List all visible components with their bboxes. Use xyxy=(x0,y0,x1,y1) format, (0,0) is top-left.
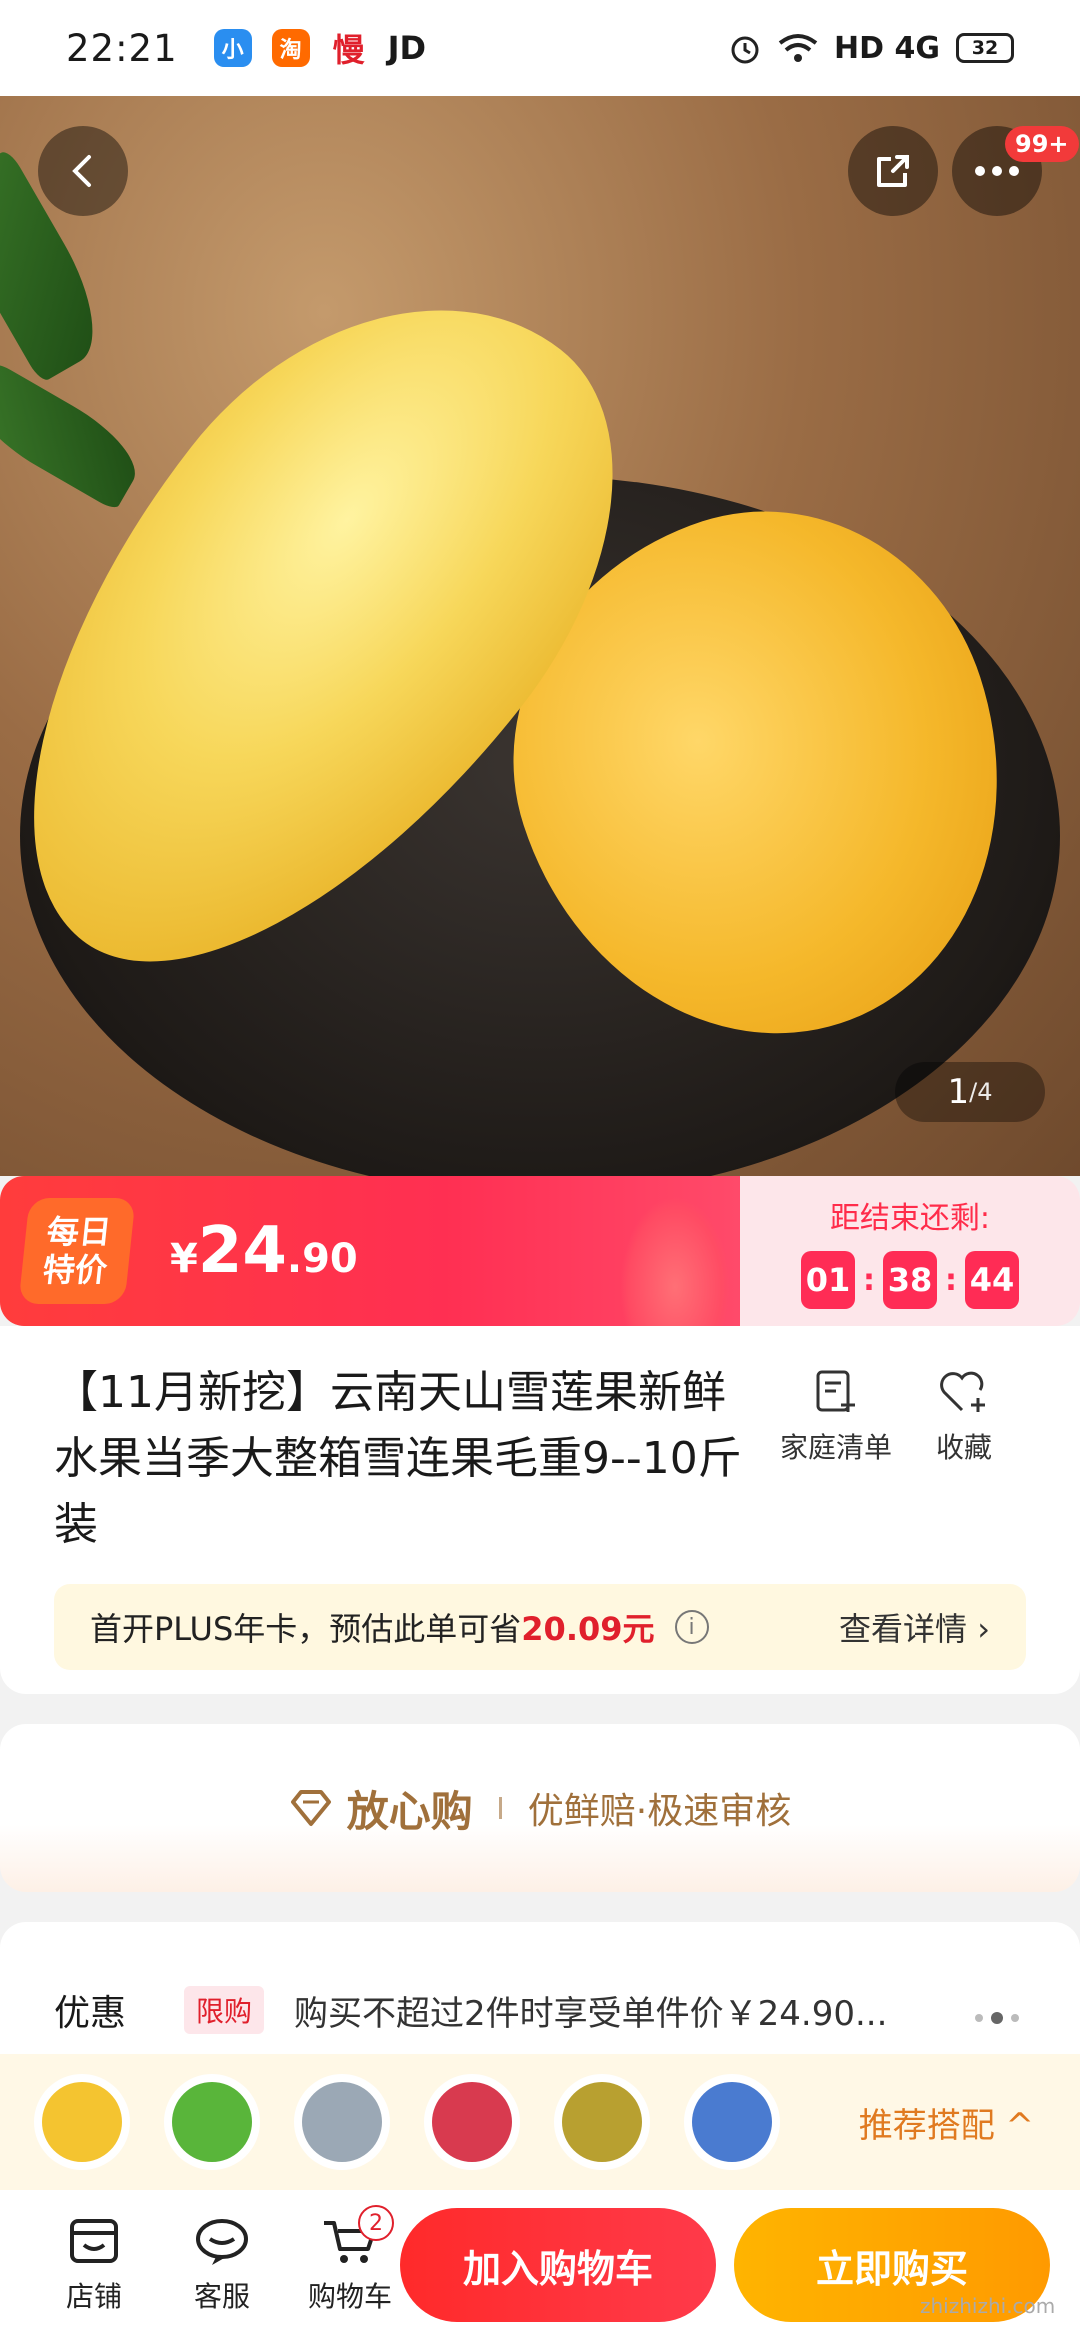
assurance-divider xyxy=(498,1797,502,1819)
tab-cart[interactable]: 购物车 2 xyxy=(286,2205,414,2315)
network-label: HD 4G xyxy=(834,30,940,66)
add-list-icon xyxy=(816,1370,855,1412)
tab-cart-label: 购物车 xyxy=(307,2280,392,2313)
family-list-button[interactable]: 家庭清单 xyxy=(780,1368,892,1466)
recommend-thumb[interactable] xyxy=(164,2074,260,2170)
back-button[interactable] xyxy=(38,126,128,216)
deal-price-section: 每日 特价 ¥ 24 .90 xyxy=(0,1176,740,1326)
countdown-section: 距结束还剩: 01 : 38 : 44 xyxy=(740,1176,1080,1326)
notification-app-icon: 小 xyxy=(213,29,252,67)
chevron-left-icon xyxy=(72,155,91,187)
customer-service-icon xyxy=(196,2219,248,2265)
info-icon[interactable]: i xyxy=(674,1610,709,1644)
share-icon xyxy=(877,155,909,187)
product-info-card: 【11月新挖】云南天山雪莲果新鲜水果当季大整箱雪连果毛重9--10斤装 家庭清单… xyxy=(0,1326,1080,1694)
tab-store[interactable]: 店铺 xyxy=(30,2215,158,2315)
taobao-app-icon: 淘 xyxy=(271,29,310,67)
countdown-label: 距结束还剩: xyxy=(829,1201,991,1236)
pager-current: 1 xyxy=(947,1072,970,1112)
recommend-thumb[interactable] xyxy=(554,2074,650,2170)
countdown-timer: 01 : 38 : 44 xyxy=(801,1251,1019,1309)
family-list-label: 家庭清单 xyxy=(780,1431,893,1464)
recommend-thumb[interactable] xyxy=(294,2074,390,2170)
leaf-decoration xyxy=(0,360,151,512)
promotion-label: 优惠 xyxy=(54,1993,127,2034)
diamond-icon xyxy=(290,1790,331,1826)
plus-membership-bar[interactable]: 首开PLUS年卡，预估此单可省 20.09元 i 查看详情 › xyxy=(54,1584,1026,1670)
promotion-row: 优惠 限购 购买不超过2件时享受单件价￥24.90... xyxy=(54,1984,887,2036)
share-button[interactable] xyxy=(848,126,938,216)
plus-save-amount: 20.09元 xyxy=(521,1610,655,1648)
assurance-title: 放心购 xyxy=(346,1786,473,1836)
favorite-button[interactable]: 收藏 xyxy=(936,1368,992,1466)
status-app-icons: 小 淘 慢 JD xyxy=(213,29,427,69)
status-time: 22:21 xyxy=(66,26,178,70)
product-title: 【11月新挖】云南天山雪莲果新鲜水果当季大整箱雪连果毛重9--10斤装 xyxy=(54,1367,742,1550)
tab-service[interactable]: 客服 xyxy=(158,2215,286,2315)
gallery-pager: 1/4 xyxy=(895,1062,1045,1122)
cart-count-badge: 2 xyxy=(358,2205,394,2241)
recommend-strip: 推荐搭配 ^ xyxy=(0,2054,1080,2190)
assurance-subtitle: 优鲜赔·极速审核 xyxy=(527,1791,792,1832)
plus-text: 首开PLUS年卡，预估此单可省 xyxy=(90,1610,522,1648)
slow-app-icon: 慢 xyxy=(332,31,365,69)
price-symbol: ¥ xyxy=(170,1236,198,1282)
wifi-icon xyxy=(778,34,818,62)
heart-plus-icon xyxy=(940,1371,986,1412)
status-right: HD 4G 32 xyxy=(728,31,1014,66)
message-count-badge: 99+ xyxy=(1005,126,1079,162)
countdown-minutes: 38 xyxy=(883,1251,937,1309)
bottom-action-bar: 店铺 客服 购物车 2 加入购物车 立即购买 xyxy=(0,2190,1080,2340)
plus-detail-link[interactable]: 查看详情 › xyxy=(839,1604,990,1650)
battery-icon: 32 xyxy=(956,33,1014,63)
flame-icon xyxy=(620,1196,730,1326)
pager-total: /4 xyxy=(969,1078,993,1106)
price-decimal: .90 xyxy=(286,1236,358,1282)
daily-deal-bar: 每日 特价 ¥ 24 .90 距结束还剩: 01 : 38 : 44 xyxy=(0,1176,1080,1326)
alarm-icon xyxy=(731,36,759,64)
limit-tag: 限购 xyxy=(184,1986,265,2034)
deal-price: ¥ 24 .90 xyxy=(170,1214,358,1288)
watermark: zhizhizhi.com xyxy=(920,2294,1056,2318)
countdown-seconds: 44 xyxy=(965,1251,1019,1309)
recommend-thumb[interactable] xyxy=(34,2074,130,2170)
product-image-gallery[interactable]: 1/4 xyxy=(0,96,1080,1176)
assurance-banner[interactable]: 放心购 优鲜赔·极速审核 xyxy=(0,1724,1080,1892)
add-to-cart-button[interactable]: 加入购物车 xyxy=(400,2208,716,2322)
recommend-cta[interactable]: 推荐搭配 ^ xyxy=(859,2098,1034,2147)
assurance-main: 放心购 xyxy=(289,1778,473,1839)
deal-tag-line2: 特价 xyxy=(40,1251,109,1289)
favorite-label: 收藏 xyxy=(936,1431,993,1464)
title-actions: 家庭清单 收藏 xyxy=(780,1368,992,1466)
countdown-hours: 01 xyxy=(801,1251,855,1309)
product-detail-page: 22:21 小 淘 慢 JD HD 4G 32 1/4 99+ 每日 特价 ¥ … xyxy=(0,0,1080,2340)
promo-pager-dots xyxy=(975,2012,1019,2024)
recommend-thumb[interactable] xyxy=(684,2074,780,2170)
deal-tag-line1: 每日 xyxy=(44,1213,113,1251)
daily-deal-tag: 每日 特价 xyxy=(18,1198,136,1304)
store-icon xyxy=(70,2219,118,2263)
price-integer: 24 xyxy=(197,1214,287,1288)
jd-app-icon: JD xyxy=(387,29,427,67)
promotion-desc: 购买不超过2件时享受单件价￥24.90... xyxy=(294,1993,888,2034)
recommend-thumb[interactable] xyxy=(424,2074,520,2170)
status-bar: 22:21 小 淘 慢 JD HD 4G 32 xyxy=(0,0,1080,96)
tab-service-label: 客服 xyxy=(193,2280,250,2313)
tab-store-label: 店铺 xyxy=(65,2280,122,2313)
more-icon xyxy=(975,166,1019,176)
